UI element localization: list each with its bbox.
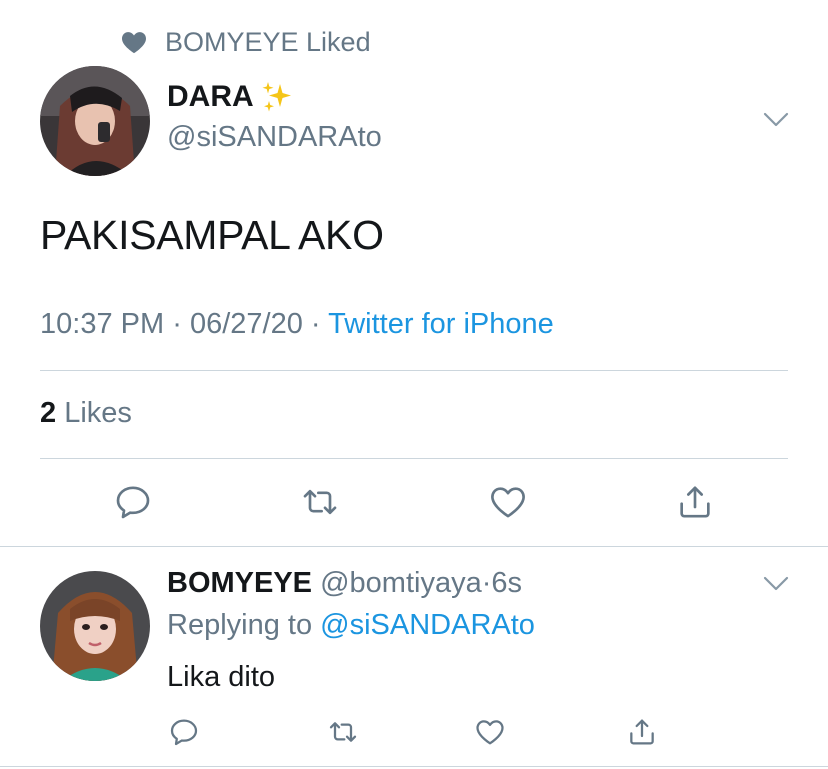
heart-filled-icon — [120, 28, 148, 56]
reply-author-handle[interactable]: @bomtiyaya — [320, 567, 482, 599]
author-name[interactable]: DARA — [167, 80, 294, 114]
replying-handle-link[interactable]: @siSANDARAto — [320, 609, 535, 641]
share-icon[interactable] — [675, 482, 715, 522]
reply-header: BOMYEYE @bomtiyaya·6s — [167, 567, 522, 600]
heart-icon[interactable] — [488, 482, 528, 522]
tweet-metadata: 10:37 PM · 06/27/20 · Twitter for iPhone — [40, 308, 554, 341]
likes-label: Likes — [64, 397, 132, 429]
tweet-time: 10:37 PM — [40, 308, 165, 340]
author-name-text: DARA — [167, 80, 254, 113]
reply-icon[interactable] — [168, 716, 200, 748]
reply-author-name[interactable]: BOMYEYE — [167, 567, 312, 599]
separator: · — [310, 308, 321, 340]
reply-text: Lika dito — [167, 661, 276, 693]
chevron-down-icon[interactable] — [763, 576, 789, 592]
replying-to: Replying to @siSANDARAto — [167, 609, 535, 642]
likes-number: 2 — [40, 397, 57, 429]
divider — [40, 370, 788, 371]
replying-prefix: Replying to — [167, 609, 313, 641]
retweet-icon[interactable] — [300, 482, 340, 522]
tweet-date: 06/27/20 — [189, 308, 303, 340]
divider — [0, 546, 828, 547]
share-icon[interactable] — [626, 716, 658, 748]
divider — [40, 458, 788, 459]
sparkles-icon — [260, 80, 294, 114]
reply-icon[interactable] — [113, 482, 153, 522]
retweet-icon[interactable] — [327, 716, 359, 748]
likes-count[interactable]: 2 Likes — [40, 397, 132, 430]
divider — [0, 766, 828, 767]
reply-avatar[interactable] — [40, 571, 150, 681]
avatar[interactable] — [40, 66, 150, 176]
tweet-source-link[interactable]: Twitter for iPhone — [328, 308, 554, 340]
tweet-text: PAKISAMPAL AKO — [40, 212, 384, 258]
separator: · — [172, 308, 182, 340]
separator: · — [481, 567, 492, 599]
chevron-down-icon[interactable] — [763, 112, 789, 128]
reply-time: 6s — [491, 567, 523, 599]
social-context[interactable]: BOMYEYE Liked — [120, 24, 371, 60]
author-handle[interactable]: @siSANDARAto — [167, 121, 382, 154]
heart-icon[interactable] — [474, 716, 506, 748]
social-context-text: BOMYEYE Liked — [165, 26, 371, 57]
